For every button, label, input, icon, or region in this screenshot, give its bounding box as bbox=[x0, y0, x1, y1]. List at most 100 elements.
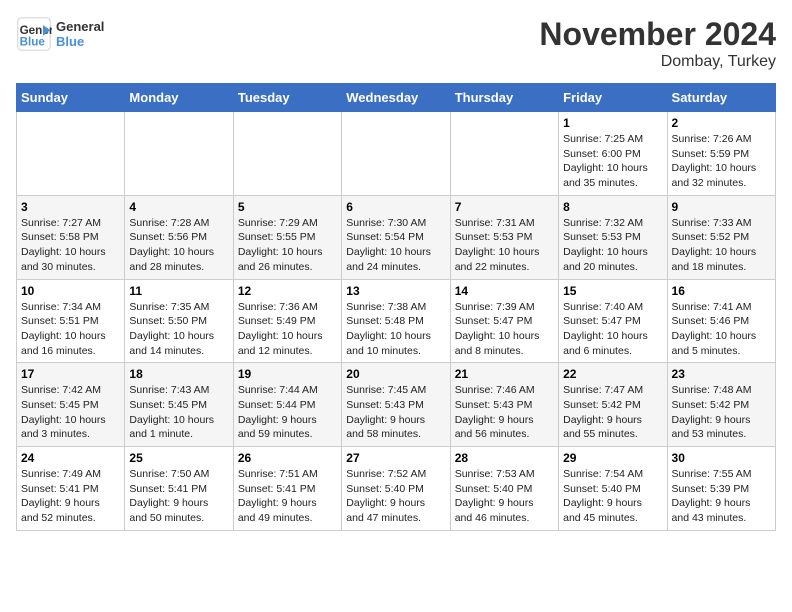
calendar-cell: 15 Sunrise: 7:40 AM Sunset: 5:47 PM Dayli… bbox=[559, 279, 667, 363]
calendar-body: 1 Sunrise: 7:25 AM Sunset: 6:00 PM Daylig… bbox=[17, 112, 776, 531]
day-info: Sunrise: 7:31 AM Sunset: 5:53 PM Dayligh… bbox=[455, 216, 554, 275]
day-info: Sunrise: 7:48 AM Sunset: 5:42 PM Dayligh… bbox=[672, 383, 771, 442]
calendar-week: 3 Sunrise: 7:27 AM Sunset: 5:58 PM Daylig… bbox=[17, 195, 776, 279]
calendar-cell: 18 Sunrise: 7:43 AM Sunset: 5:45 PM Dayli… bbox=[125, 363, 233, 447]
day-info: Sunrise: 7:51 AM Sunset: 5:41 PM Dayligh… bbox=[238, 467, 337, 526]
calendar-cell: 3 Sunrise: 7:27 AM Sunset: 5:58 PM Daylig… bbox=[17, 195, 125, 279]
calendar-cell: 23Sunrise: 7:48 AM Sunset: 5:42 PM Dayli… bbox=[667, 363, 775, 447]
calendar-cell: 6 Sunrise: 7:30 AM Sunset: 5:54 PM Daylig… bbox=[342, 195, 450, 279]
day-number: 28 bbox=[455, 451, 554, 465]
day-number: 12 bbox=[238, 284, 337, 298]
calendar-cell: 8 Sunrise: 7:32 AM Sunset: 5:53 PM Daylig… bbox=[559, 195, 667, 279]
day-header: Monday bbox=[125, 84, 233, 112]
day-number: 22 bbox=[563, 367, 662, 381]
calendar-cell: 20 Sunrise: 7:45 AM Sunset: 5:43 PM Dayli… bbox=[342, 363, 450, 447]
day-info: Sunrise: 7:53 AM Sunset: 5:40 PM Dayligh… bbox=[455, 467, 554, 526]
header-row: SundayMondayTuesdayWednesdayThursdayFrid… bbox=[17, 84, 776, 112]
calendar-week: 10 Sunrise: 7:34 AM Sunset: 5:51 PM Dayli… bbox=[17, 279, 776, 363]
day-number: 18 bbox=[129, 367, 228, 381]
day-info: Sunrise: 7:55 AM Sunset: 5:39 PM Dayligh… bbox=[672, 467, 771, 526]
day-number: 14 bbox=[455, 284, 554, 298]
day-number: 19 bbox=[238, 367, 337, 381]
calendar-cell: 22 Sunrise: 7:47 AM Sunset: 5:42 PM Dayli… bbox=[559, 363, 667, 447]
day-info: Sunrise: 7:47 AM Sunset: 5:42 PM Dayligh… bbox=[563, 383, 662, 442]
calendar-week: 17 Sunrise: 7:42 AM Sunset: 5:45 PM Dayli… bbox=[17, 363, 776, 447]
calendar-cell: 2Sunrise: 7:26 AM Sunset: 5:59 PM Daylig… bbox=[667, 112, 775, 196]
svg-text:Blue: Blue bbox=[20, 36, 46, 49]
calendar-cell: 16Sunrise: 7:41 AM Sunset: 5:46 PM Dayli… bbox=[667, 279, 775, 363]
day-number: 29 bbox=[563, 451, 662, 465]
day-header: Saturday bbox=[667, 84, 775, 112]
day-number: 4 bbox=[129, 200, 228, 214]
day-info: Sunrise: 7:54 AM Sunset: 5:40 PM Dayligh… bbox=[563, 467, 662, 526]
day-number: 7 bbox=[455, 200, 554, 214]
calendar-cell: 29 Sunrise: 7:54 AM Sunset: 5:40 PM Dayli… bbox=[559, 447, 667, 531]
calendar-cell: 27Sunrise: 7:52 AM Sunset: 5:40 PM Dayli… bbox=[342, 447, 450, 531]
day-number: 9 bbox=[672, 200, 771, 214]
day-number: 17 bbox=[21, 367, 120, 381]
day-number: 15 bbox=[563, 284, 662, 298]
calendar-cell: 9Sunrise: 7:33 AM Sunset: 5:52 PM Daylig… bbox=[667, 195, 775, 279]
logo-line2: Blue bbox=[56, 34, 104, 49]
day-info: Sunrise: 7:32 AM Sunset: 5:53 PM Dayligh… bbox=[563, 216, 662, 275]
calendar-cell bbox=[233, 112, 341, 196]
logo-icon: General Blue bbox=[16, 16, 52, 52]
day-info: Sunrise: 7:28 AM Sunset: 5:56 PM Dayligh… bbox=[129, 216, 228, 275]
calendar-cell: 30 Sunrise: 7:55 AM Sunset: 5:39 PM Dayli… bbox=[667, 447, 775, 531]
calendar-cell bbox=[450, 112, 558, 196]
day-number: 20 bbox=[346, 367, 445, 381]
day-info: Sunrise: 7:34 AM Sunset: 5:51 PM Dayligh… bbox=[21, 300, 120, 359]
day-header: Thursday bbox=[450, 84, 558, 112]
calendar-cell: 25Sunrise: 7:50 AM Sunset: 5:41 PM Dayli… bbox=[125, 447, 233, 531]
day-info: Sunrise: 7:44 AM Sunset: 5:44 PM Dayligh… bbox=[238, 383, 337, 442]
title-block: November 2024 Dombay, Turkey bbox=[539, 16, 776, 71]
month-title: November 2024 bbox=[539, 16, 776, 53]
location: Dombay, Turkey bbox=[539, 53, 776, 71]
day-info: Sunrise: 7:46 AM Sunset: 5:43 PM Dayligh… bbox=[455, 383, 554, 442]
calendar-cell bbox=[125, 112, 233, 196]
day-number: 21 bbox=[455, 367, 554, 381]
logo-line1: General bbox=[56, 19, 104, 34]
day-header: Wednesday bbox=[342, 84, 450, 112]
day-info: Sunrise: 7:39 AM Sunset: 5:47 PM Dayligh… bbox=[455, 300, 554, 359]
day-info: Sunrise: 7:25 AM Sunset: 6:00 PM Dayligh… bbox=[563, 132, 662, 191]
day-info: Sunrise: 7:43 AM Sunset: 5:45 PM Dayligh… bbox=[129, 383, 228, 442]
calendar-cell: 19 Sunrise: 7:44 AM Sunset: 5:44 PM Dayli… bbox=[233, 363, 341, 447]
day-number: 1 bbox=[563, 116, 662, 130]
day-number: 26 bbox=[238, 451, 337, 465]
calendar-cell: 21 Sunrise: 7:46 AM Sunset: 5:43 PM Dayli… bbox=[450, 363, 558, 447]
day-header: Friday bbox=[559, 84, 667, 112]
calendar-cell: 10 Sunrise: 7:34 AM Sunset: 5:51 PM Dayli… bbox=[17, 279, 125, 363]
calendar-cell: 5Sunrise: 7:29 AM Sunset: 5:55 PM Daylig… bbox=[233, 195, 341, 279]
calendar-cell: 11Sunrise: 7:35 AM Sunset: 5:50 PM Dayli… bbox=[125, 279, 233, 363]
calendar: SundayMondayTuesdayWednesdayThursdayFrid… bbox=[16, 83, 776, 531]
day-number: 16 bbox=[672, 284, 771, 298]
day-info: Sunrise: 7:42 AM Sunset: 5:45 PM Dayligh… bbox=[21, 383, 120, 442]
day-header: Tuesday bbox=[233, 84, 341, 112]
day-info: Sunrise: 7:40 AM Sunset: 5:47 PM Dayligh… bbox=[563, 300, 662, 359]
day-number: 8 bbox=[563, 200, 662, 214]
page-header: General Blue General Blue November 2024 … bbox=[16, 16, 776, 71]
day-number: 10 bbox=[21, 284, 120, 298]
day-number: 2 bbox=[672, 116, 771, 130]
day-info: Sunrise: 7:35 AM Sunset: 5:50 PM Dayligh… bbox=[129, 300, 228, 359]
calendar-header: SundayMondayTuesdayWednesdayThursdayFrid… bbox=[17, 84, 776, 112]
day-number: 24 bbox=[21, 451, 120, 465]
calendar-cell: 4 Sunrise: 7:28 AM Sunset: 5:56 PM Daylig… bbox=[125, 195, 233, 279]
calendar-cell: 28 Sunrise: 7:53 AM Sunset: 5:40 PM Dayli… bbox=[450, 447, 558, 531]
day-info: Sunrise: 7:49 AM Sunset: 5:41 PM Dayligh… bbox=[21, 467, 120, 526]
calendar-cell: 7 Sunrise: 7:31 AM Sunset: 5:53 PM Daylig… bbox=[450, 195, 558, 279]
day-info: Sunrise: 7:38 AM Sunset: 5:48 PM Dayligh… bbox=[346, 300, 445, 359]
day-number: 6 bbox=[346, 200, 445, 214]
day-info: Sunrise: 7:45 AM Sunset: 5:43 PM Dayligh… bbox=[346, 383, 445, 442]
calendar-cell: 17 Sunrise: 7:42 AM Sunset: 5:45 PM Dayli… bbox=[17, 363, 125, 447]
calendar-cell: 26 Sunrise: 7:51 AM Sunset: 5:41 PM Dayli… bbox=[233, 447, 341, 531]
day-number: 3 bbox=[21, 200, 120, 214]
day-number: 5 bbox=[238, 200, 337, 214]
logo: General Blue General Blue bbox=[16, 16, 104, 52]
day-header: Sunday bbox=[17, 84, 125, 112]
calendar-cell bbox=[342, 112, 450, 196]
day-info: Sunrise: 7:30 AM Sunset: 5:54 PM Dayligh… bbox=[346, 216, 445, 275]
day-number: 30 bbox=[672, 451, 771, 465]
day-info: Sunrise: 7:27 AM Sunset: 5:58 PM Dayligh… bbox=[21, 216, 120, 275]
